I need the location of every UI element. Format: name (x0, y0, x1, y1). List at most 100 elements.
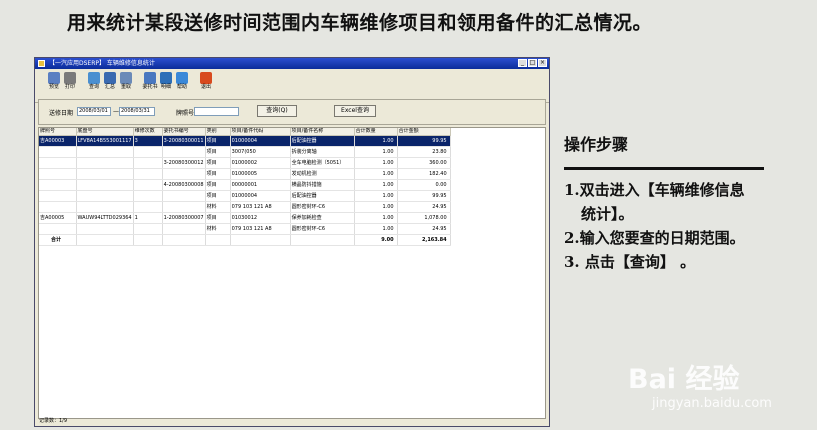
filter-bar: 送修日期 2008/03/01 — 2008/03/31 牌照号 查询(Q) E… (38, 99, 546, 125)
query-button[interactable]: 查询(Q) (257, 105, 297, 117)
exit-icon (200, 72, 212, 84)
table-cell (162, 190, 206, 202)
column-header[interactable]: 底盘号 (76, 128, 134, 136)
column-header[interactable]: 合计金额 (397, 128, 451, 136)
toolbar-button-8[interactable]: 退出 (199, 72, 213, 91)
toolbar-button-label: 委托书 (142, 84, 158, 90)
table-cell: 01000004 (230, 190, 291, 202)
table-cell: 3-20080300011 (162, 135, 206, 147)
plate-input[interactable] (194, 107, 239, 116)
maximize-button[interactable]: □ (528, 59, 537, 67)
table-cell: 1.00 (354, 157, 398, 169)
toolbar-button-6[interactable]: 明细 (159, 72, 173, 91)
step-1-text: 双击进入【车辆维修信息 (579, 181, 745, 199)
column-header[interactable]: 项目/备件名称 (290, 128, 355, 136)
table-cell: 项目 (205, 190, 231, 202)
column-header[interactable]: 牌照号 (39, 128, 77, 136)
toolbar-button-7[interactable]: 帮助 (175, 72, 189, 91)
table-cell: 材料 (205, 201, 231, 213)
table-cell (76, 146, 134, 158)
column-header[interactable]: 维修次数 (133, 128, 163, 136)
table-row[interactable]: 吉A00003 LFV8A14B553001117 3 3-20080300011 项目… (39, 135, 451, 147)
table-row[interactable]: 项目 01000005 发动机检测 1.00 182.40 (39, 168, 451, 180)
table-cell: 圆形密封环-C6 (290, 201, 355, 213)
step-2-number: 2. (564, 229, 580, 247)
table-cell: 0.00 (397, 179, 451, 191)
minimize-button[interactable]: _ (518, 59, 527, 67)
date-from-input[interactable]: 2008/03/01 (77, 107, 111, 116)
excel-query-button[interactable]: Excel查询 (334, 105, 376, 117)
column-header[interactable]: 合计数量 (354, 128, 398, 136)
column-header[interactable]: 项目/备件代码 (230, 128, 291, 136)
table-cell: 吉A00003 (39, 135, 77, 147)
table-row[interactable]: 4-20080300008 项目 00000001 横晶防抖措施 1.00 0.00 (39, 179, 451, 191)
table-cell: 项目 (205, 146, 231, 158)
toolbar-button-label: 退出 (200, 84, 211, 90)
table-cell: 项目 (205, 179, 231, 191)
step-3-text: 点击【查询】 。 (579, 253, 696, 271)
total-cell (133, 234, 163, 246)
table-cell: 1.00 (354, 135, 398, 147)
toolbar-button-label: 重取 (120, 84, 131, 90)
column-header[interactable]: 类别 (205, 128, 231, 136)
date-to-input[interactable]: 2008/03/31 (119, 107, 155, 116)
total-cell: 9.00 (354, 234, 398, 246)
toolbar-button-0[interactable]: 预览 (47, 72, 61, 91)
toolbar-button-label: 明细 (160, 84, 171, 90)
table-row[interactable]: 吉A00005 WAUW94LTTD029364 1 1-20080300007 项目 0… (39, 212, 451, 224)
toolbar-button-3[interactable]: 汇总 (103, 72, 117, 91)
table-cell: WAUW94LTTD029364 (76, 212, 134, 224)
step-1-continuation: 统计】。 (581, 205, 634, 223)
table-cell: 全车电脑检测（5051） (290, 157, 355, 169)
table-cell (76, 223, 134, 235)
table-cell (162, 223, 206, 235)
table-cell: 182.40 (397, 168, 451, 180)
table-cell (162, 168, 206, 180)
table-cell (162, 146, 206, 158)
table-cell: 材料 (205, 223, 231, 235)
close-button[interactable]: × (538, 59, 547, 67)
table-cell: 发动机检测 (290, 168, 355, 180)
baidu-watermark-url: jingyan.baidu.com (652, 396, 772, 411)
results-grid[interactable]: 牌照号 底盘号 维修次数 委托书编号 类别 项目/备件代码 项目/备件名称 合计数量 合计金额 … (38, 127, 546, 419)
toolbar-button-1[interactable]: 打印 (63, 72, 77, 91)
steps-title: 操作步骤 (564, 135, 629, 154)
table-cell: 3007(050 (230, 146, 291, 158)
table-cell (39, 179, 77, 191)
table-cell (133, 190, 163, 202)
toolbar-button-2[interactable]: 查询 (87, 72, 101, 91)
table-cell (133, 168, 163, 180)
table-cell: 079 103 121 A8 (230, 223, 291, 235)
column-header[interactable]: 委托书编号 (162, 128, 206, 136)
toolbar-button-label: 预览 (48, 84, 59, 90)
total-cell (230, 234, 291, 246)
baidu-watermark-logo: Bai 经验 (628, 364, 740, 395)
toolbar-button-5[interactable]: 委托书 (142, 72, 158, 91)
step-3: 3. 点击【查询】 。 (564, 250, 814, 274)
table-cell: 23.80 (397, 146, 451, 158)
table-cell: 1.00 (354, 201, 398, 213)
table-cell (76, 157, 134, 169)
table-row[interactable]: 材料 079 103 121 A8 圆形密封环-C6 1.00 24.95 (39, 201, 451, 213)
table-row[interactable]: 项目 3007(050 拆装分离轴 1.00 23.80 (39, 146, 451, 158)
total-cell: 2,163.84 (397, 234, 451, 246)
table-cell: 项目 (205, 157, 231, 169)
steps-divider (564, 167, 764, 170)
table-row[interactable]: 材料 079 103 121 A8 圆形密封环-C6 1.00 24.95 (39, 223, 451, 235)
table-cell (133, 201, 163, 213)
table-cell (76, 190, 134, 202)
table-cell: 1.00 (354, 212, 398, 224)
document-icon (144, 72, 156, 84)
table-cell (39, 168, 77, 180)
window-titlebar[interactable]: 【一汽应用DSERP】 车辆维修信息统计 _ □ × (35, 58, 549, 69)
table-row[interactable]: 3-20080300012 项目 01000002 全车电脑检测（5051） 1.00 3… (39, 157, 451, 169)
table-cell (133, 146, 163, 158)
table-row[interactable]: 项目 01000004 后配油控器 1.00 99.95 (39, 190, 451, 202)
table-cell: 拆装分离轴 (290, 146, 355, 158)
table-cell: 24.95 (397, 223, 451, 235)
step-2-text: 输入您要查的日期范围。 (579, 229, 745, 247)
table-cell: 1.00 (354, 168, 398, 180)
search-icon (88, 72, 100, 84)
table-cell: 3 (133, 135, 163, 147)
toolbar-button-4[interactable]: 重取 (119, 72, 133, 91)
